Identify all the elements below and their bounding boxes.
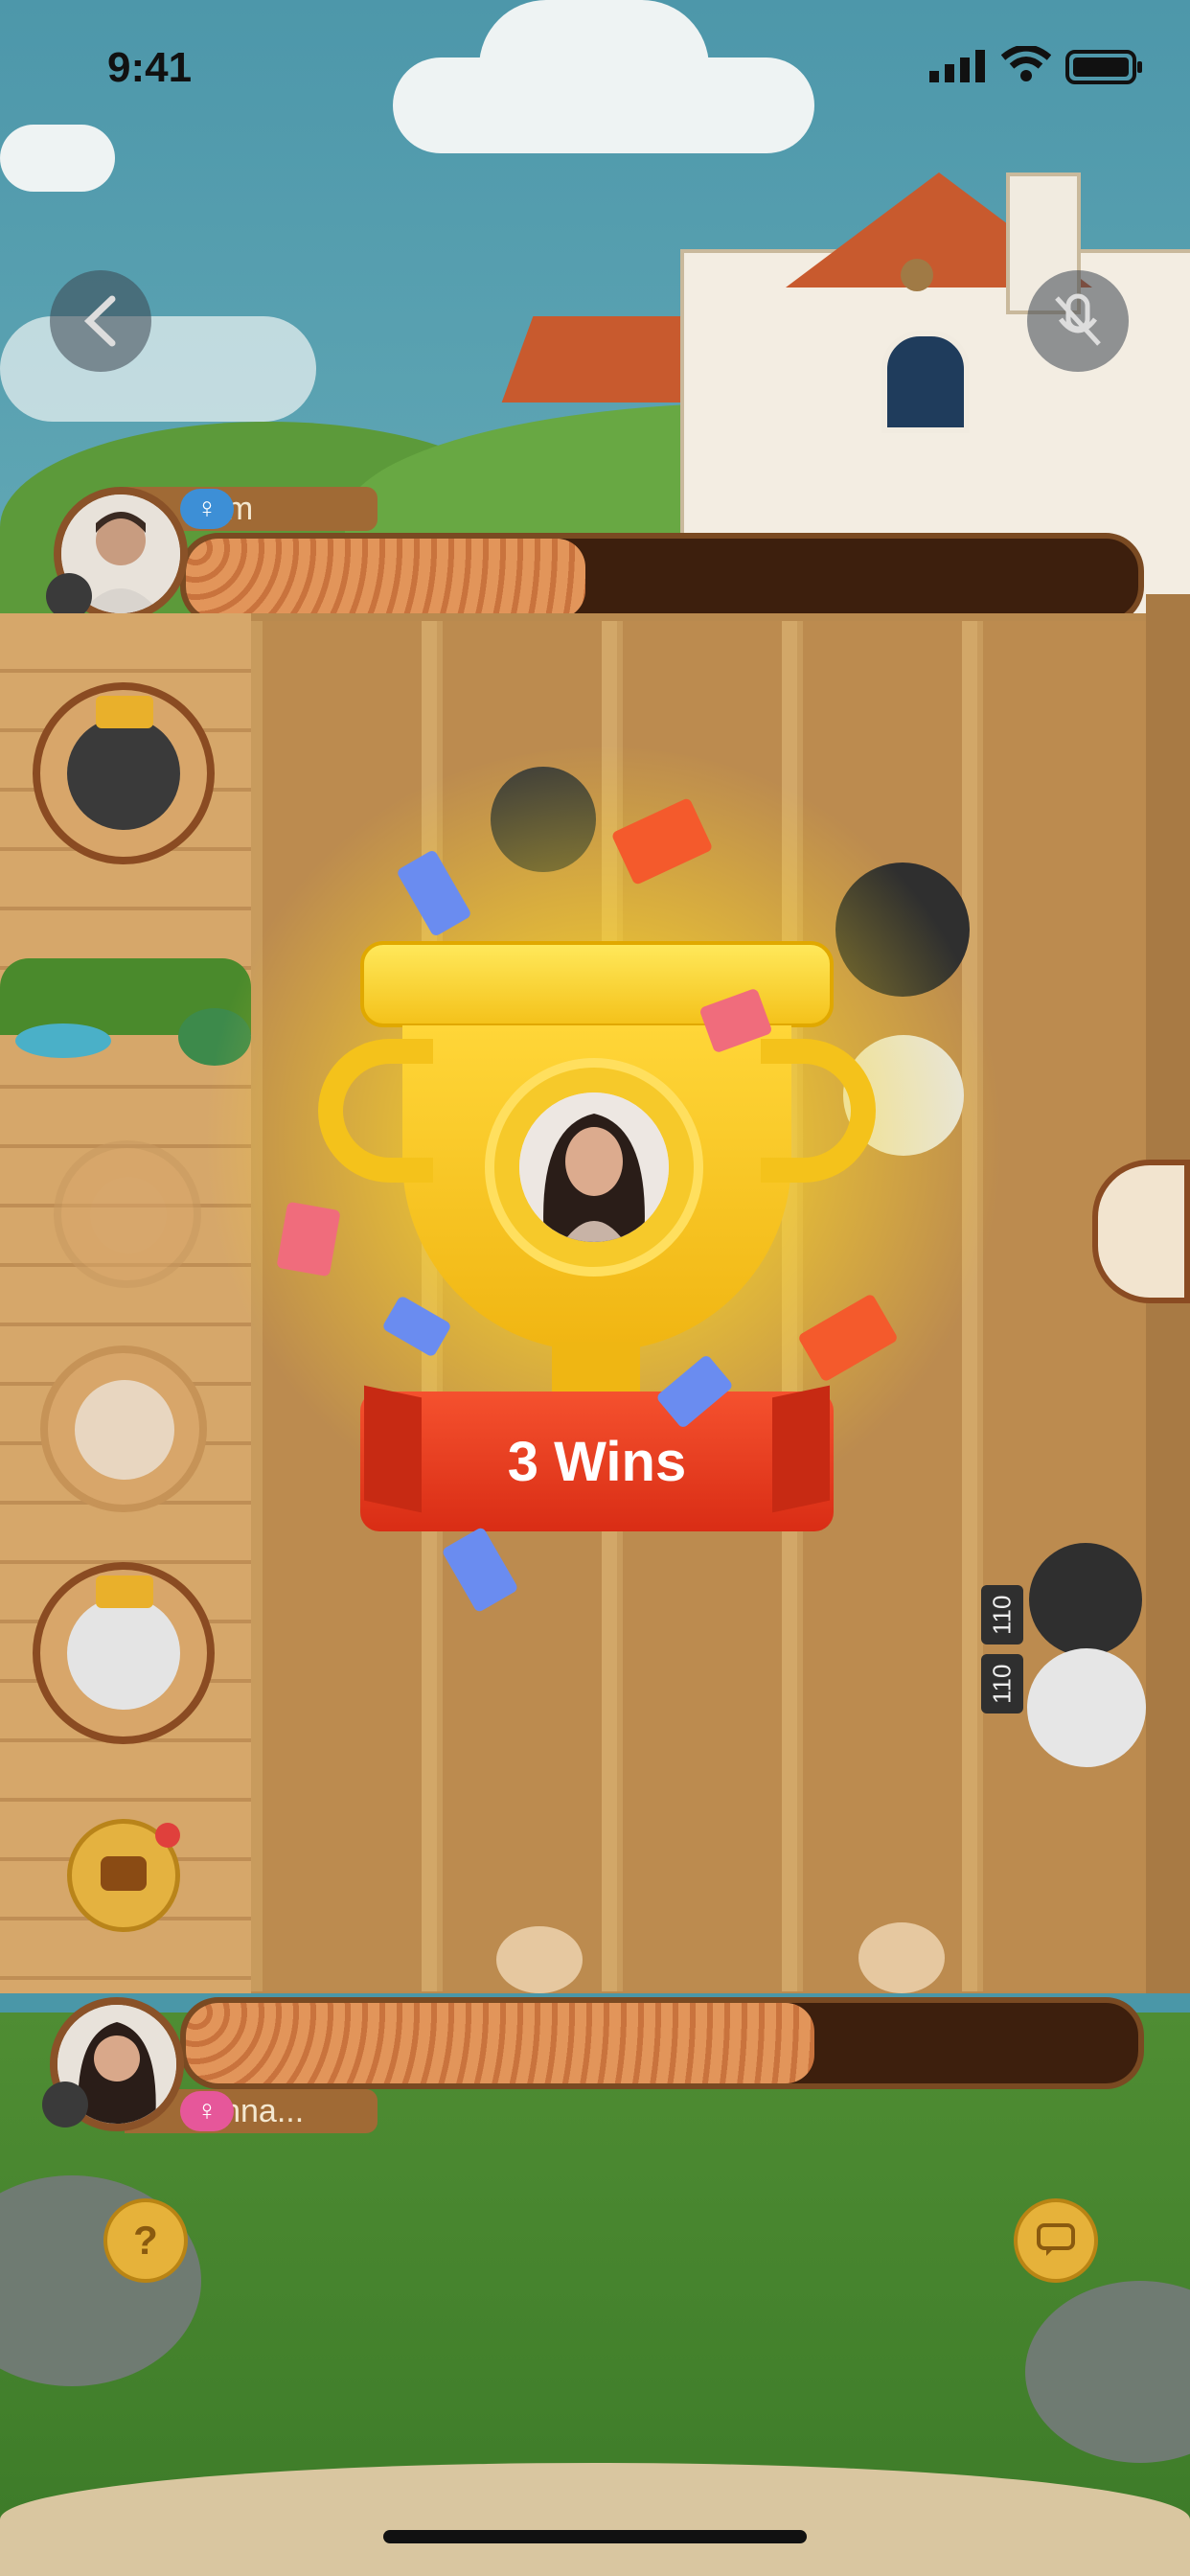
banner-left-tail (364, 1385, 422, 1513)
cat-slot-locked[interactable] (54, 1140, 201, 1288)
cat-silhouette-icon (90, 1177, 167, 1254)
incoming-cat-bubble (1092, 1160, 1190, 1303)
back-button[interactable] (50, 270, 151, 372)
cloud (0, 125, 115, 192)
cat-slot-king-gray[interactable] (33, 1562, 215, 1744)
woman-portrait-icon (519, 1092, 669, 1242)
chat-button[interactable] (1014, 2198, 1098, 2283)
bottom-player-progress-fill (186, 2003, 815, 2083)
cat-score-tag: 110 (981, 1654, 1023, 1714)
dirt-path (0, 2463, 1190, 2576)
game-screen: 9:41 Tom ♀ (0, 0, 1190, 2576)
bottom-player-gender-badge: ♀ (180, 2091, 234, 2131)
chat-icon (1037, 2223, 1075, 2256)
fish-icon (15, 1024, 111, 1058)
wins-banner: 3 Wins (360, 1392, 834, 1531)
black-cat-piece (1029, 1543, 1142, 1656)
top-player-progress-fill (186, 539, 586, 619)
happy-cat-icon (75, 1380, 174, 1480)
sleeping-cat-piece (858, 1922, 945, 1993)
wins-label: 3 Wins (507, 1430, 687, 1493)
back-arrow-icon (83, 295, 116, 347)
top-player-gender-badge: ♀ (180, 489, 234, 529)
cloud (479, 0, 709, 134)
top-player-progress-bar (180, 533, 1144, 625)
gender-female-icon: ♀ (195, 2095, 218, 2127)
black-cat-icon (67, 717, 180, 830)
cat-score-tag: 110 (981, 1585, 1023, 1644)
gray-cat-piece (1027, 1648, 1146, 1767)
house-round-window (901, 259, 933, 291)
top-player-mic-off-icon (46, 573, 92, 619)
layers-icon (101, 1856, 147, 1891)
question-icon: ? (133, 2218, 158, 2263)
trophy-medallion (485, 1058, 703, 1276)
lane-5[interactable] (972, 621, 1146, 1991)
winner-avatar (519, 1092, 669, 1242)
cat-back-piece (496, 1926, 583, 1993)
crown-icon (96, 696, 153, 728)
battery-icon (1065, 50, 1144, 84)
home-indicator (383, 2530, 807, 2543)
banner-right-tail (772, 1385, 830, 1513)
help-button[interactable]: ? (103, 2198, 188, 2283)
cat-score-value: 110 (987, 1664, 1017, 1704)
gender-female-icon: ♀ (195, 493, 218, 524)
confetti-piece (276, 1201, 341, 1277)
cellular-signal-icon (929, 50, 993, 82)
wifi-icon (1000, 44, 1052, 82)
cloud (0, 316, 316, 422)
bottom-player-progress-bar (180, 1997, 1144, 2089)
status-time: 9:41 (107, 44, 193, 91)
gray-cat-icon (67, 1597, 180, 1710)
mic-toggle-button[interactable] (1027, 270, 1129, 372)
house-window (881, 331, 970, 433)
cat-slot-happy-cat[interactable] (40, 1346, 207, 1512)
crown-icon (96, 1576, 153, 1608)
mic-off-icon (1055, 293, 1101, 346)
notification-dot (155, 1823, 180, 1848)
cat-score-value: 110 (987, 1595, 1017, 1635)
bottom-player-mic-off-icon (42, 2082, 88, 2128)
cat-slot-king-black[interactable] (33, 682, 215, 864)
